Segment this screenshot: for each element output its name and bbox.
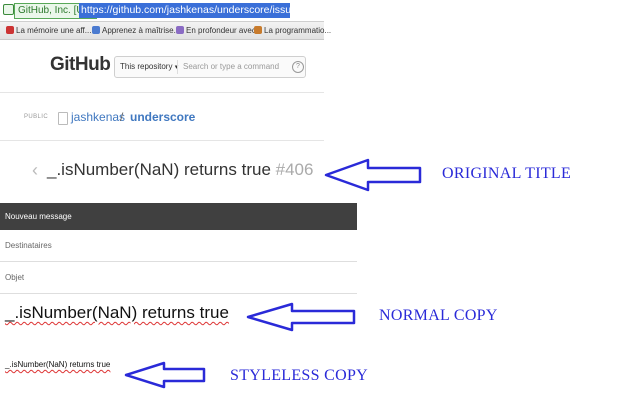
search-scope-dropdown[interactable]: This repository ▾ bbox=[120, 57, 178, 78]
subject-label: Objet bbox=[5, 273, 25, 282]
issue-title: _.isNumber(NaN) returns true #406 bbox=[47, 160, 313, 180]
compose-title: Nouveau message bbox=[5, 212, 72, 221]
bookmark-item[interactable]: En profondeur avec... bbox=[176, 25, 263, 37]
search-scope-label: This repository bbox=[120, 62, 173, 71]
repo-separator: / bbox=[120, 110, 124, 124]
bookmark-label: La programmatio... bbox=[264, 26, 332, 35]
url-text[interactable]: https://github.com/jashkenas/underscore/… bbox=[79, 3, 290, 18]
recipients-field[interactable]: Destinataires bbox=[0, 231, 357, 262]
styleless-copy-text[interactable]: _.isNumber(NaN) returns true bbox=[5, 360, 110, 369]
bookmark-icon bbox=[6, 26, 14, 34]
help-icon[interactable]: ? bbox=[292, 61, 304, 73]
search-placeholder: Search or type a command bbox=[183, 62, 280, 71]
bookmark-label: La mémoire une aff... bbox=[16, 26, 92, 35]
issue-title-text: _.isNumber(NaN) returns true bbox=[47, 160, 271, 179]
repo-name-link[interactable]: underscore bbox=[130, 110, 195, 124]
annotation-normal-copy: NORMAL COPY bbox=[379, 307, 498, 324]
normal-copy-text[interactable]: _.isNumber(NaN) returns true bbox=[5, 303, 229, 323]
subject-field[interactable]: Objet bbox=[0, 263, 357, 294]
search-input[interactable]: This repository ▾ Search or type a comma… bbox=[114, 56, 306, 78]
arrow-left-icon bbox=[246, 302, 356, 332]
bookmark-label: Apprenez à maîtrise... bbox=[102, 26, 181, 35]
arrow-left-icon bbox=[324, 158, 422, 192]
browser-address-bar[interactable]: GitHub, Inc. [US] https://github.com/jas… bbox=[0, 0, 324, 22]
repo-owner-link[interactable]: jashkenas bbox=[71, 110, 125, 124]
issue-number: #406 bbox=[275, 160, 314, 179]
annotation-original-title: ORIGINAL TITLE bbox=[442, 165, 572, 182]
bookmarks-bar: La mémoire une aff... Apprenez à maîtris… bbox=[0, 22, 331, 40]
chevron-left-icon[interactable]: ‹ bbox=[32, 160, 38, 181]
bookmark-item[interactable]: Apprenez à maîtrise... bbox=[92, 25, 180, 37]
lock-icon bbox=[3, 4, 14, 15]
repo-icon bbox=[58, 112, 68, 125]
github-logo[interactable]: GitHub bbox=[50, 54, 111, 76]
recipients-label: Destinataires bbox=[5, 241, 52, 250]
bookmark-icon bbox=[254, 26, 262, 34]
repo-visibility-label: PUBLIC bbox=[24, 114, 49, 120]
arrow-left-icon bbox=[124, 361, 206, 389]
bookmark-item[interactable]: La programmatio... bbox=[254, 25, 331, 37]
bookmark-item[interactable]: La mémoire une aff... bbox=[6, 25, 91, 37]
annotation-styleless-copy: STYLELESS COPY bbox=[230, 367, 368, 384]
compose-header: Nouveau message bbox=[0, 203, 357, 230]
repo-divider bbox=[0, 140, 324, 141]
header-divider bbox=[0, 92, 324, 93]
bookmark-label: En profondeur avec... bbox=[186, 26, 263, 35]
bookmark-icon bbox=[92, 26, 100, 34]
bookmark-icon bbox=[176, 26, 184, 34]
search-divider bbox=[177, 60, 178, 74]
